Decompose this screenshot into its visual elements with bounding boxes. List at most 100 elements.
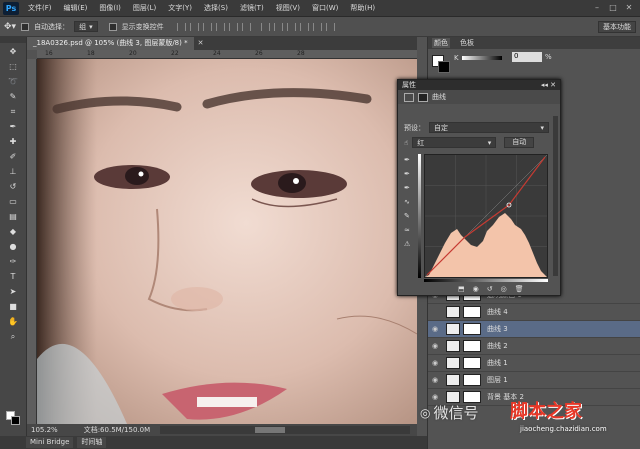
- distribute-right-icon[interactable]: [325, 22, 335, 31]
- document-tab[interactable]: _18A0326.psd @ 105% (曲线 3, 图层蒙版/8) *: [27, 37, 194, 50]
- image-canvas[interactable]: [37, 59, 417, 424]
- document-info[interactable]: 文档:60.5M/150.0M: [84, 425, 150, 435]
- marquee-tool-icon[interactable]: ⬚: [6, 60, 20, 73]
- menu-item[interactable]: 选择(S): [198, 3, 234, 13]
- brush-tool-icon[interactable]: ✐: [6, 150, 20, 163]
- target-adjust-icon[interactable]: ☝: [404, 139, 408, 147]
- visibility-eye-icon[interactable]: ◉: [428, 376, 442, 384]
- layer-row[interactable]: ◉ 曲线 1: [428, 355, 640, 372]
- layer-row[interactable]: ◉ 曲线 3: [428, 321, 640, 338]
- black-point-eyedropper-icon[interactable]: ✒: [404, 156, 410, 164]
- eyedropper-tool-icon[interactable]: ✒: [6, 120, 20, 133]
- pen-tool-icon[interactable]: ✑: [6, 255, 20, 268]
- preset-dropdown[interactable]: 自定 ▾: [429, 122, 549, 133]
- zoom-tool-icon[interactable]: ⌕: [6, 330, 20, 343]
- edit-points-icon[interactable]: ∿: [404, 198, 410, 206]
- delete-icon[interactable]: 🗑: [515, 285, 524, 293]
- k-value-field[interactable]: 0: [512, 52, 542, 62]
- mask-icon[interactable]: [418, 92, 428, 102]
- tools-panel-grip[interactable]: [0, 37, 26, 43]
- shape-tool-icon[interactable]: ■: [6, 300, 20, 313]
- align-top-icon[interactable]: [176, 22, 186, 31]
- menu-item[interactable]: 文件(F): [22, 3, 58, 13]
- menu-item[interactable]: 编辑(E): [58, 3, 94, 13]
- scrollbar-thumb[interactable]: [255, 427, 286, 433]
- layer-mask-thumbnail[interactable]: [463, 306, 481, 318]
- history-brush-tool-icon[interactable]: ↺: [6, 180, 20, 193]
- gray-point-eyedropper-icon[interactable]: ✒: [404, 170, 410, 178]
- background-swatch[interactable]: [438, 61, 450, 73]
- menu-item[interactable]: 文字(Y): [162, 3, 198, 13]
- visibility-eye-icon[interactable]: ◉: [428, 342, 442, 350]
- layer-mask-thumbnail[interactable]: [463, 374, 481, 386]
- horizontal-scrollbar[interactable]: [160, 426, 411, 434]
- move-tool-icon[interactable]: ✥: [6, 45, 20, 58]
- clip-to-layer-icon[interactable]: ⬒: [458, 285, 465, 293]
- distribute-left-icon[interactable]: [299, 22, 309, 31]
- menu-item[interactable]: 帮助(H): [344, 3, 381, 13]
- menu-item[interactable]: 图层(L): [127, 3, 162, 13]
- menu-item[interactable]: 图像(I): [93, 3, 127, 13]
- layer-row[interactable]: ◉ 图层 1: [428, 372, 640, 389]
- clipping-warning-icon[interactable]: ⚠: [404, 240, 410, 248]
- layer-mask-thumbnail[interactable]: [463, 323, 481, 335]
- restore-icon[interactable]: □: [606, 2, 620, 14]
- type-tool-icon[interactable]: T: [6, 270, 20, 283]
- smooth-curve-icon[interactable]: ≈: [404, 226, 410, 234]
- menu-item[interactable]: 视图(V): [270, 3, 306, 13]
- menu-item[interactable]: 滤镜(T): [234, 3, 270, 13]
- distribute-bottom-icon[interactable]: [286, 22, 296, 31]
- visibility-eye-icon[interactable]: ◉: [428, 325, 442, 333]
- distribute-middle-icon[interactable]: [273, 22, 283, 31]
- visibility-icon[interactable]: ◎: [501, 285, 507, 293]
- align-bottom-icon[interactable]: [202, 22, 212, 31]
- view-previous-icon[interactable]: ◉: [473, 285, 479, 293]
- menu-item[interactable]: 窗口(W): [306, 3, 344, 13]
- layer-row[interactable]: ◉ 曲线 2: [428, 338, 640, 355]
- align-center-icon[interactable]: [228, 22, 238, 31]
- align-middle-icon[interactable]: [189, 22, 199, 31]
- background-color-swatch[interactable]: [11, 416, 20, 425]
- minimize-icon[interactable]: –: [590, 2, 604, 14]
- align-right-icon[interactable]: [241, 22, 251, 31]
- lasso-tool-icon[interactable]: ➰: [6, 75, 20, 88]
- close-icon[interactable]: ✕: [622, 2, 636, 14]
- path-select-tool-icon[interactable]: ➤: [6, 285, 20, 298]
- properties-scrollbar[interactable]: [553, 116, 558, 276]
- layer-row[interactable]: 曲线 4: [428, 304, 640, 321]
- layer-mask-thumbnail[interactable]: [463, 340, 481, 352]
- zoom-level[interactable]: 105.2%: [31, 426, 58, 434]
- close-document-icon[interactable]: ✕: [198, 37, 204, 50]
- layer-mask-thumbnail[interactable]: [463, 357, 481, 369]
- hand-tool-icon[interactable]: ✋: [6, 315, 20, 328]
- workspace-button[interactable]: 基本功能: [598, 21, 636, 33]
- dodge-tool-icon[interactable]: ●: [6, 240, 20, 253]
- visibility-eye-icon[interactable]: ◉: [428, 393, 442, 401]
- gradient-tool-icon[interactable]: ▤: [6, 210, 20, 223]
- auto-select-dropdown[interactable]: 组 ▾: [74, 21, 98, 32]
- white-point-eyedropper-icon[interactable]: ✒: [404, 184, 410, 192]
- clone-stamp-tool-icon[interactable]: ⊥: [6, 165, 20, 178]
- color-tab[interactable]: 颜色: [432, 38, 450, 48]
- curves-graph[interactable]: [424, 154, 548, 278]
- quick-select-tool-icon[interactable]: ✎: [6, 90, 20, 103]
- distribute-top-icon[interactable]: [260, 22, 270, 31]
- mini-bridge-tab[interactable]: Mini Bridge: [26, 437, 74, 448]
- auto-select-checkbox[interactable]: [21, 22, 30, 31]
- crop-tool-icon[interactable]: ⌗: [6, 105, 20, 118]
- move-tool-icon[interactable]: ✥▾: [4, 22, 16, 32]
- auto-button[interactable]: 自动: [504, 137, 535, 148]
- draw-curve-icon[interactable]: ✎: [404, 212, 410, 220]
- eraser-tool-icon[interactable]: ▭: [6, 195, 20, 208]
- channel-dropdown[interactable]: 红 ▾: [412, 137, 497, 148]
- blur-tool-icon[interactable]: ◆: [6, 225, 20, 238]
- timeline-tab[interactable]: 时间轴: [77, 437, 107, 448]
- k-slider[interactable]: [462, 56, 502, 60]
- show-transform-checkbox[interactable]: [108, 22, 117, 31]
- healing-brush-tool-icon[interactable]: ✚: [6, 135, 20, 148]
- reset-icon[interactable]: ↺: [487, 285, 493, 293]
- distribute-center-icon[interactable]: [312, 22, 322, 31]
- swatches-tab[interactable]: 色板: [458, 38, 476, 48]
- visibility-eye-icon[interactable]: ◉: [428, 359, 442, 367]
- panel-menu-icon[interactable]: ◂◂ ✕: [541, 81, 556, 89]
